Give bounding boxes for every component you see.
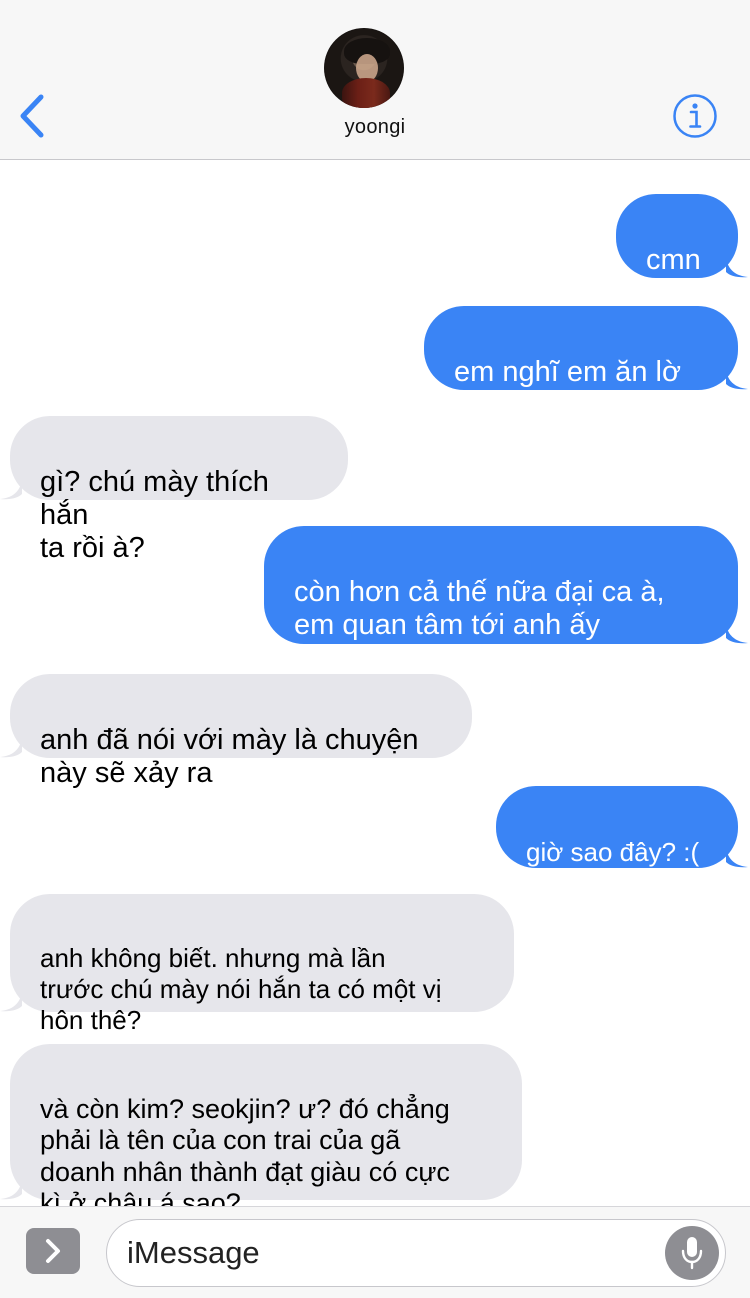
bubble-tail-received [0,738,22,758]
info-button[interactable] [672,93,718,139]
message-text: cmn [646,244,701,276]
message-text: giờ sao đây? :( [526,837,700,867]
message-bubble-received[interactable]: gì? chú mày thích hắn ta rồi à? [10,416,348,564]
bubble-tail-sent [726,624,748,644]
chevron-right-icon [46,1239,60,1263]
message-bubble-sent[interactable]: còn hơn cả thế nữa đại ca à, em quan tâm… [264,526,738,644]
message-bubble-sent[interactable]: giờ sao đây? :( [496,786,738,868]
message-input-placeholder: iMessage [127,1235,260,1270]
bubble-tail-received [0,480,22,500]
message-bubble-sent[interactable]: em nghĩ em ăn lờ cnmr [424,306,738,421]
message-text: và còn kim? seokjin? ư? đó chẳng phải là… [40,1093,450,1219]
message-bubble-received[interactable]: anh không biết. nhưng mà lần trước chú m… [10,894,514,1035]
bubble-tail-received [0,1180,22,1200]
message-bubble-received[interactable]: anh đã nói với mày là chuyện này sẽ xảy … [10,674,472,789]
message-text: gì? chú mày thích hắn ta rồi à? [40,466,269,564]
bubble-tail-sent [726,258,748,278]
message-thread[interactable]: cmn em nghĩ em ăn lờ cnmr gì? chú mày th… [0,160,750,1218]
message-bubble-received[interactable]: và còn kim? seokjin? ư? đó chẳng phải là… [10,1044,522,1218]
avatar[interactable] [324,28,404,108]
message-text: anh đã nói với mày là chuyện này sẽ xảy … [40,724,419,789]
contact-name[interactable]: yoongi [0,116,750,139]
bubble-tail-received [0,992,22,1012]
message-bubble-sent[interactable]: cmn [616,194,738,278]
message-text: em nghĩ em ăn lờ cnmr [454,356,681,421]
dictation-button[interactable] [665,1226,719,1280]
message-composer: iMessage [0,1206,750,1298]
message-text: anh không biết. nhưng mà lần trước chú m… [40,943,442,1035]
info-circle-icon [673,94,717,138]
message-text: còn hơn cả thế nữa đại ca à, em quan tâm… [294,576,665,641]
app-drawer-button[interactable] [26,1228,80,1274]
conversation-header: yoongi [0,0,750,160]
bubble-tail-sent [726,370,748,390]
bubble-tail-sent [726,848,748,868]
message-input[interactable]: iMessage [106,1219,726,1287]
microphone-icon [681,1237,703,1270]
